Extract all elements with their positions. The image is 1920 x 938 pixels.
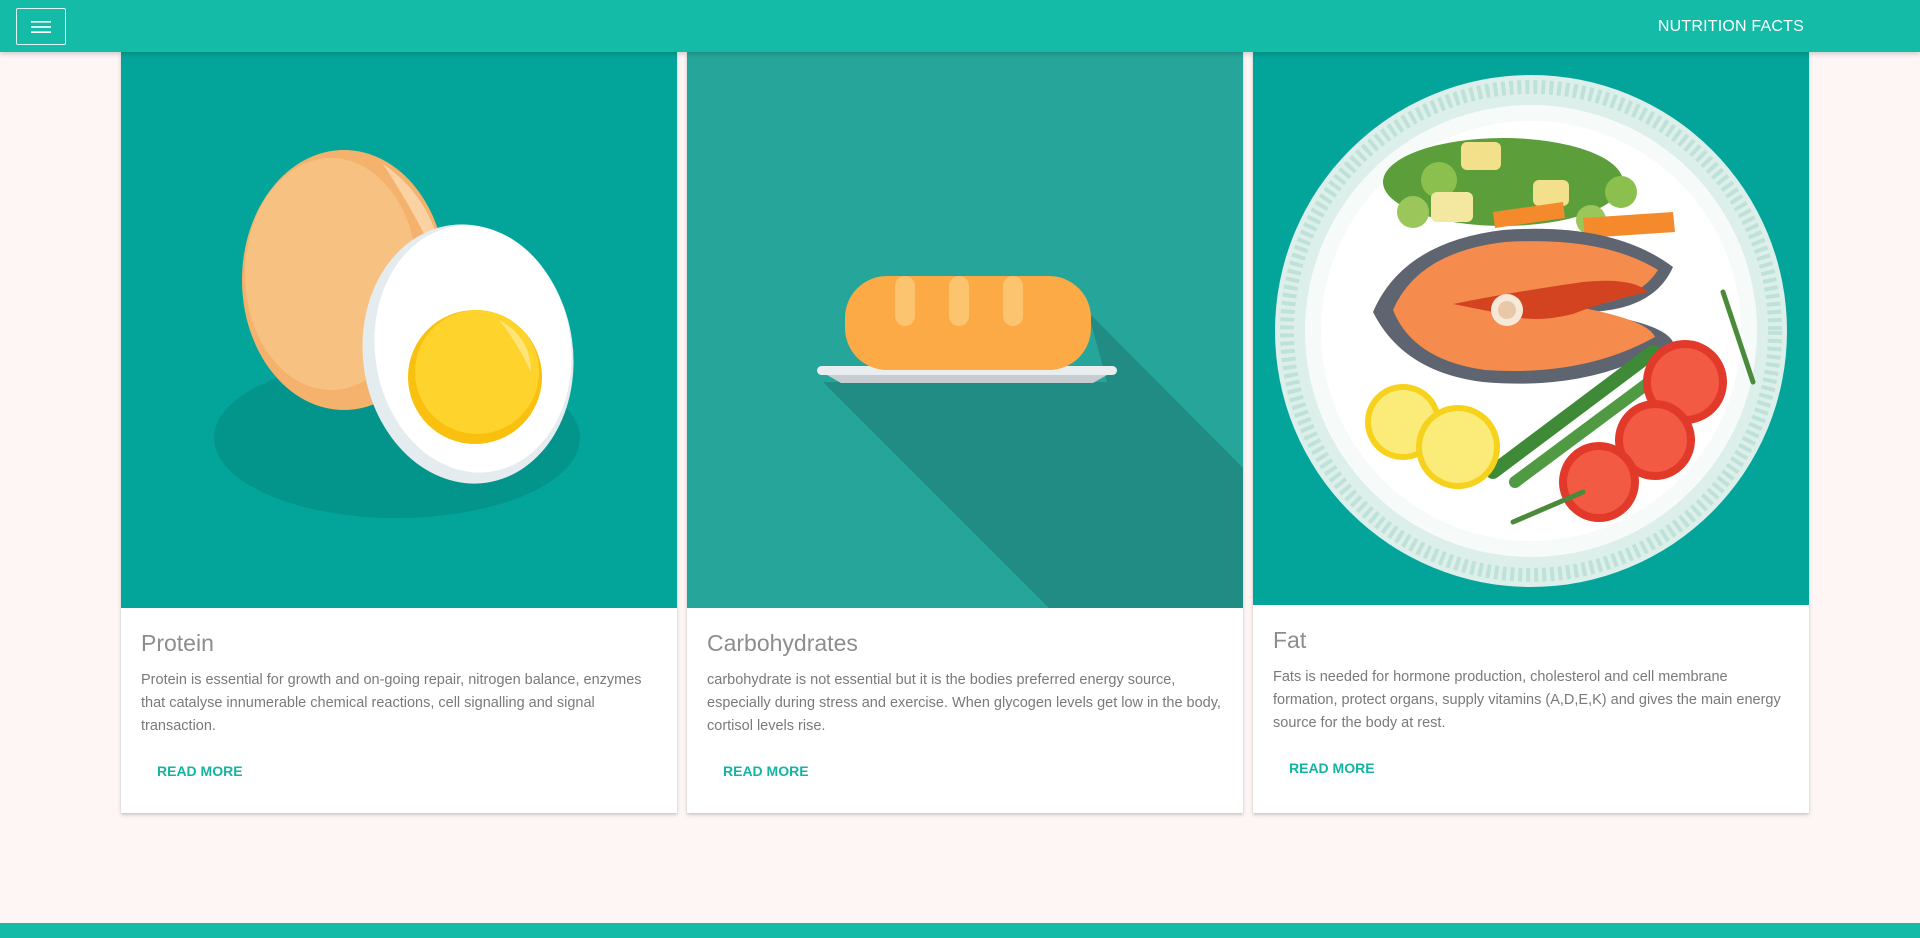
read-more-link-protein[interactable]: READ MORE <box>157 763 243 779</box>
card-title: Fat <box>1273 627 1307 653</box>
brand-link[interactable]: NUTRITION FACTS <box>1658 18 1804 36</box>
navbar: NUTRITION FACTS <box>0 0 1920 52</box>
card-image-protein <box>121 52 677 608</box>
card-description: carbohydrate is not essential but it is … <box>707 672 1221 734</box>
bread-icon <box>687 52 1243 608</box>
footer <box>0 923 1920 938</box>
card-protein: Protein Protein is essential for growth … <box>121 52 677 813</box>
card-description: Fats is needed for hormone production, c… <box>1273 669 1781 731</box>
read-more-link-carbohydrates[interactable]: READ MORE <box>723 763 809 779</box>
salmon-plate-icon <box>1253 52 1809 605</box>
read-more-link-fat[interactable]: READ MORE <box>1289 760 1375 776</box>
egg-icon <box>121 52 677 608</box>
menu-button[interactable] <box>16 8 66 45</box>
card-title: Carbohydrates <box>707 630 858 656</box>
card-image-fat <box>1253 52 1809 605</box>
card-carbohydrates: Carbohydrates carbohydrate is not essent… <box>687 52 1243 813</box>
card-description: Protein is essential for growth and on-g… <box>141 672 642 734</box>
hamburger-menu-icon <box>31 20 51 33</box>
card-title: Protein <box>141 630 214 656</box>
card-image-carbohydrates <box>687 52 1243 608</box>
card-fat: Fat Fats is needed for hormone productio… <box>1253 52 1809 813</box>
